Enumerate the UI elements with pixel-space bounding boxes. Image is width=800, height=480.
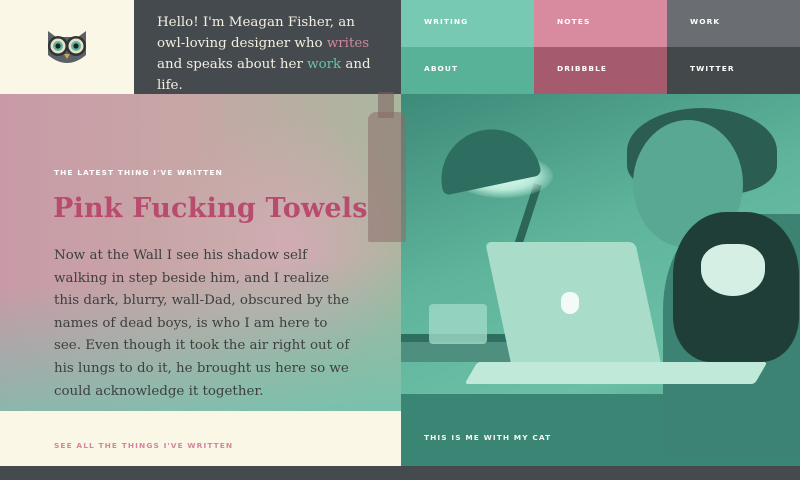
photo-cat-face [701, 244, 765, 296]
logo-cell[interactable] [0, 0, 134, 94]
feature-photo [401, 94, 800, 466]
photo-mug [429, 304, 487, 344]
photo-caption: THIS IS ME WITH MY CAT [424, 433, 552, 442]
see-all-bar: SEE ALL THE THINGS I'VE WRITTEN [0, 411, 401, 466]
post-excerpt: Now at the Wall I see his shadow self wa… [54, 248, 350, 399]
apple-icon [561, 292, 579, 314]
nav-dribbble[interactable]: DRIBBBLE [534, 47, 667, 94]
intro-middle: and speaks about her [157, 57, 308, 72]
nav-notes[interactable]: NOTES [534, 0, 667, 47]
latest-eyebrow: THE LATEST THING I'VE WRITTEN [54, 168, 223, 177]
nav-twitter[interactable]: TWITTER [667, 47, 800, 94]
photo-bottle [368, 112, 406, 242]
nav-writing[interactable]: WRITING [401, 0, 534, 47]
see-all-link[interactable]: SEE ALL THE THINGS I'VE WRITTEN [54, 441, 233, 450]
work-link[interactable]: work [307, 57, 341, 72]
nav-about[interactable]: ABOUT [401, 47, 534, 94]
owl-icon [48, 31, 86, 63]
bottom-bar [0, 466, 800, 480]
intro-text: Hello! I'm Meagan Fisher, an owl-loving … [134, 0, 401, 94]
writes-link[interactable]: writes [327, 36, 369, 51]
photo-laptop-base [464, 362, 768, 384]
post-title-link[interactable]: Pink Fucking Towels [53, 193, 368, 224]
nav-work[interactable]: WORK [667, 0, 800, 47]
intro-before: Hello! I'm Meagan Fisher, an owl-loving … [157, 15, 355, 51]
